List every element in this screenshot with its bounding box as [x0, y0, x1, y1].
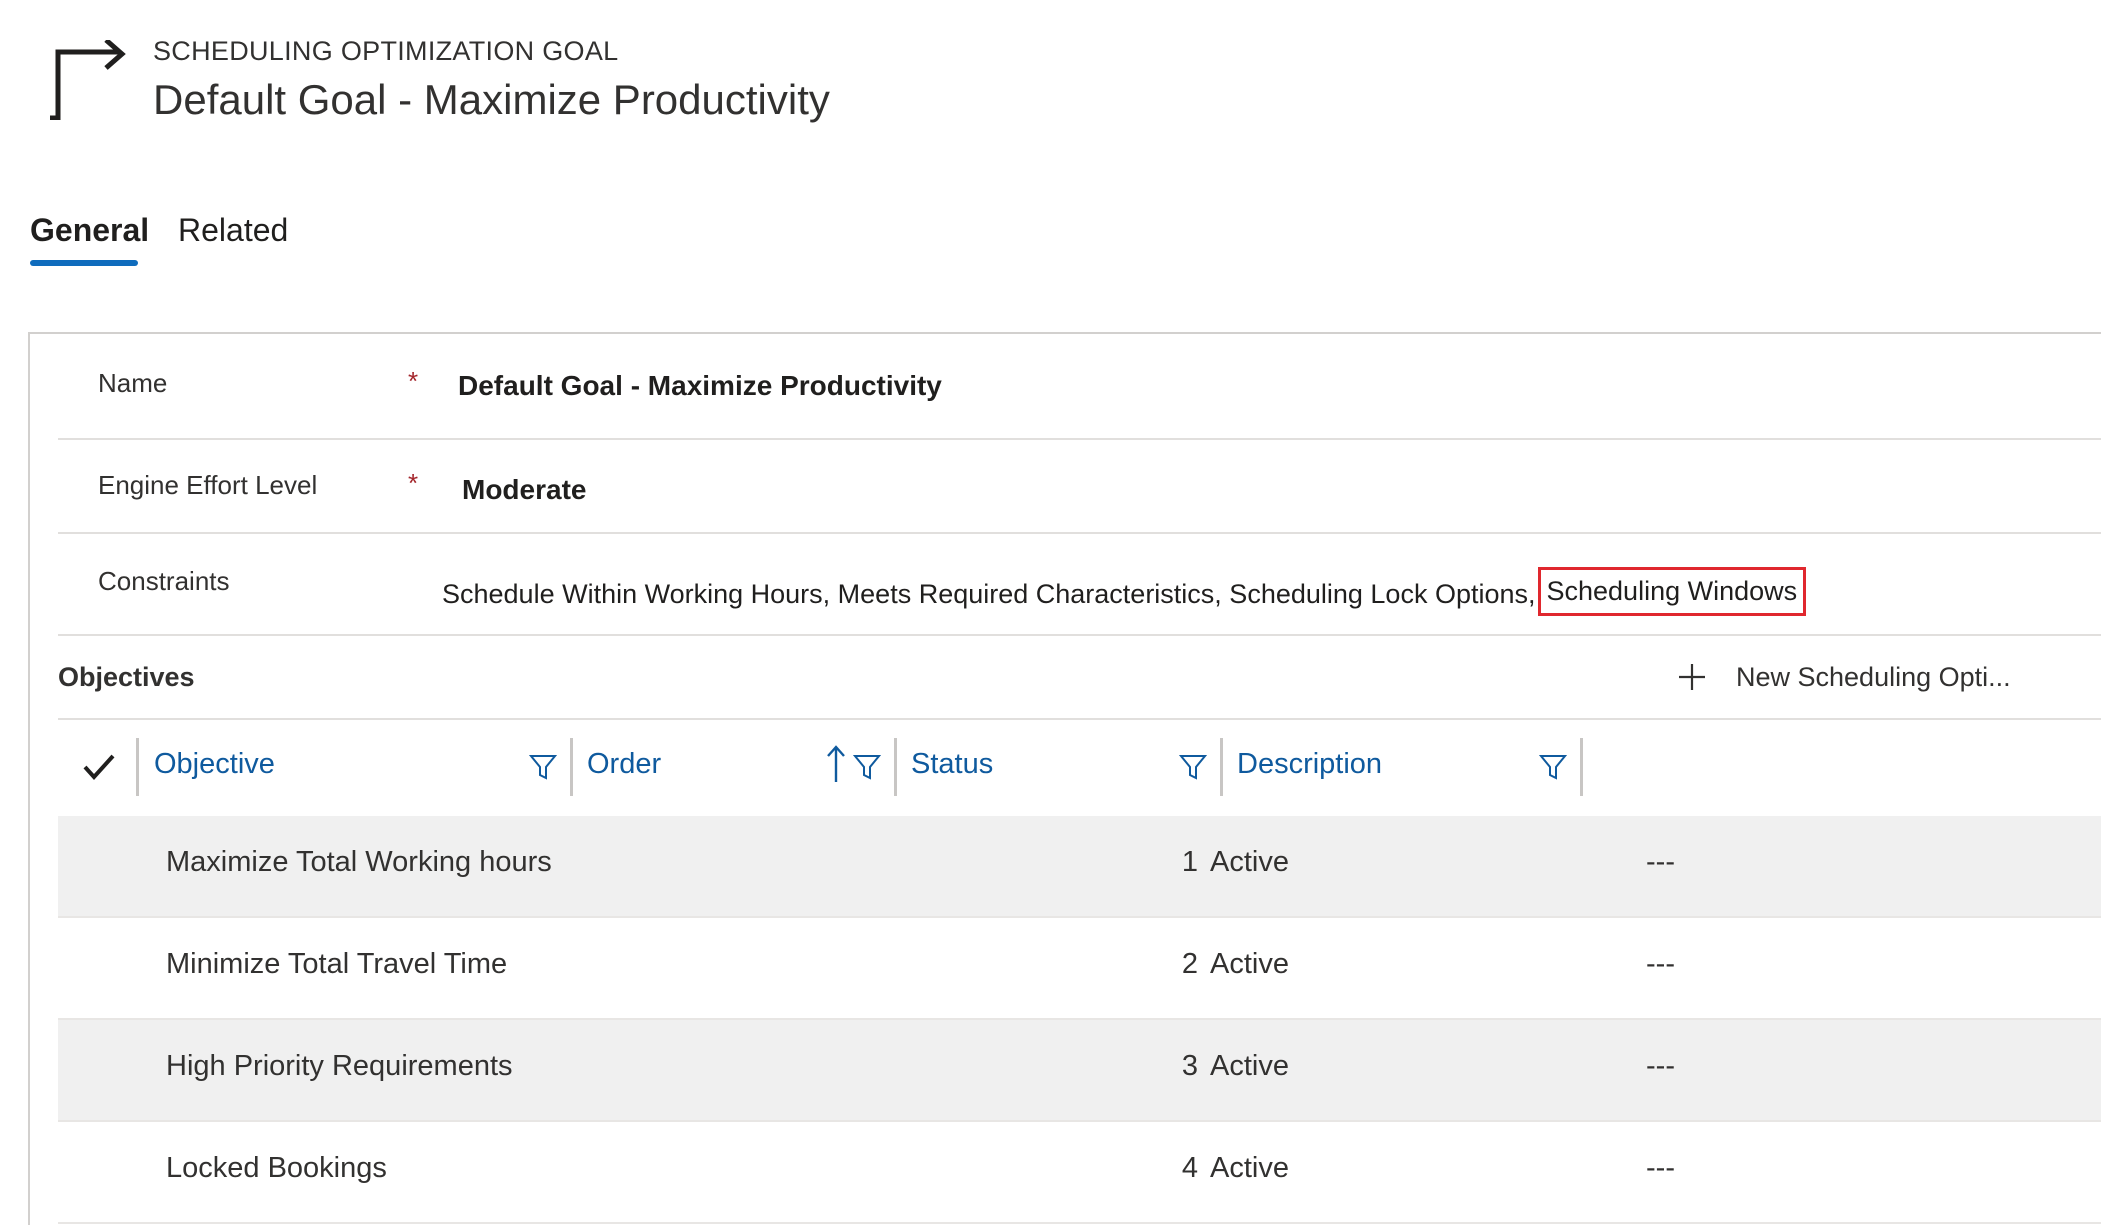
- required-indicator: *: [408, 468, 419, 498]
- cell-status: Active: [1210, 1050, 1289, 1082]
- cell-status: Active: [1210, 948, 1289, 980]
- objectives-title: Objectives: [58, 662, 195, 692]
- column-header-objective[interactable]: Objective: [154, 748, 275, 781]
- field-row-engine-effort: Engine Effort Level * Moderate: [58, 440, 2101, 534]
- table-row[interactable]: High Priority Requirements 3 Active ---: [58, 1020, 2101, 1122]
- cell-description: ---: [1646, 1152, 1675, 1184]
- filter-icon[interactable]: [1538, 752, 1568, 782]
- field-row-name: Name * Default Goal - Maximize Productiv…: [58, 334, 2101, 440]
- column-divider[interactable]: [1220, 738, 1223, 796]
- filter-icon[interactable]: [852, 752, 882, 782]
- engine-effort-select[interactable]: Moderate: [462, 474, 586, 506]
- name-label: Name: [98, 368, 168, 398]
- general-section: Name * Default Goal - Maximize Productiv…: [28, 332, 2101, 1225]
- column-divider[interactable]: [1580, 738, 1583, 796]
- select-all-checkmark-icon[interactable]: [82, 752, 116, 782]
- column-divider[interactable]: [570, 738, 573, 796]
- objectives-grid-header: Objective Order Status Description: [58, 720, 2101, 814]
- cell-description: ---: [1646, 948, 1675, 980]
- table-row[interactable]: Maximize Total Working hours 1 Active --…: [58, 816, 2101, 918]
- cell-order: 4: [1181, 1152, 1198, 1184]
- sort-ascending-icon[interactable]: [826, 744, 846, 784]
- cell-order: 2: [1181, 948, 1198, 980]
- cell-order: 3: [1181, 1050, 1198, 1082]
- record-page: SCHEDULING OPTIMIZATION GOAL Default Goa…: [0, 0, 2101, 1225]
- column-header-status[interactable]: Status: [911, 748, 993, 781]
- goal-arrow-icon: [50, 40, 126, 120]
- filter-icon[interactable]: [1178, 752, 1208, 782]
- entity-type-label: SCHEDULING OPTIMIZATION GOAL: [153, 36, 619, 66]
- cell-objective[interactable]: Minimize Total Travel Time: [166, 948, 507, 981]
- name-field[interactable]: Default Goal - Maximize Productivity: [458, 370, 942, 402]
- cell-objective[interactable]: Maximize Total Working hours: [166, 846, 552, 879]
- table-row[interactable]: Locked Bookings 4 Active ---: [58, 1122, 2101, 1224]
- constraints-label: Constraints: [98, 566, 230, 596]
- cell-objective[interactable]: Locked Bookings: [166, 1152, 387, 1185]
- cell-description: ---: [1646, 846, 1675, 878]
- column-header-description[interactable]: Description: [1237, 748, 1382, 781]
- tab-related[interactable]: Related: [178, 212, 288, 249]
- field-row-constraints: Constraints Schedule Within Working Hour…: [58, 534, 2101, 636]
- cell-order: 1: [1181, 846, 1198, 878]
- page-title: Default Goal - Maximize Productivity: [153, 76, 830, 123]
- cell-objective[interactable]: High Priority Requirements: [166, 1050, 513, 1083]
- cell-status: Active: [1210, 1152, 1289, 1184]
- objectives-subgrid-header: Objectives New Scheduling Opti...: [58, 636, 2101, 720]
- cell-description: ---: [1646, 1050, 1675, 1082]
- plus-icon: [1679, 664, 1705, 690]
- column-divider[interactable]: [894, 738, 897, 796]
- constraints-field[interactable]: Schedule Within Working Hours, Meets Req…: [442, 567, 1807, 619]
- tab-general[interactable]: General: [30, 212, 149, 249]
- column-divider[interactable]: [136, 738, 139, 796]
- constraints-value: Schedule Within Working Hours, Meets Req…: [442, 579, 1536, 609]
- table-row[interactable]: Minimize Total Travel Time 2 Active ---: [58, 918, 2101, 1020]
- column-header-order[interactable]: Order: [587, 748, 661, 781]
- new-scheduling-objective-button[interactable]: New Scheduling Opti...: [1676, 654, 2011, 700]
- filter-icon[interactable]: [528, 752, 558, 782]
- new-button-label: New Scheduling Opti...: [1736, 661, 2011, 692]
- active-tab-indicator: [30, 260, 138, 266]
- engine-effort-label: Engine Effort Level: [98, 470, 318, 500]
- required-indicator: *: [408, 366, 419, 396]
- cell-status: Active: [1210, 846, 1289, 878]
- highlighted-constraint: Scheduling Windows: [1537, 567, 1807, 616]
